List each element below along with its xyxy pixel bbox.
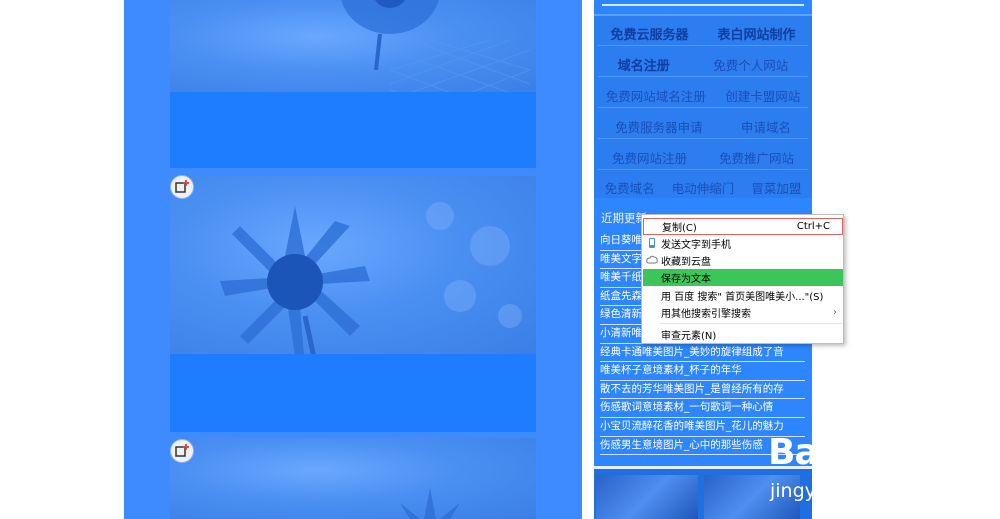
tag-link[interactable]: 创建卡盟网站 xyxy=(719,82,806,109)
tag-link[interactable]: 免费云服务器 xyxy=(604,20,694,47)
chevron-right-icon: › xyxy=(833,307,837,318)
watermark-brand-tail: du xyxy=(836,432,886,473)
menu-item-save-to-cloud[interactable]: 收藏到云盘 xyxy=(643,252,843,269)
add-to-collection-icon[interactable] xyxy=(170,439,194,463)
tag-divider xyxy=(598,169,808,170)
tag-link[interactable]: 电动伸缩门 xyxy=(666,174,741,201)
menu-item-label: 用其他搜索引擎搜索 xyxy=(661,309,751,320)
tag-link[interactable]: 免费域名 xyxy=(599,174,661,201)
tag-divider xyxy=(598,138,808,139)
add-to-collection-icon[interactable] xyxy=(170,175,194,199)
menu-item-copy[interactable]: 复制(C) Ctrl+C xyxy=(643,218,843,235)
list-item[interactable]: 经典卡通唯美图片_美妙的旋律组成了音 xyxy=(600,344,805,363)
menu-item-baidu-search[interactable]: 用 百度 搜索" 首页美图唯美小..."(S) xyxy=(643,287,843,304)
menu-item-label: 审查元素(N) xyxy=(661,331,717,342)
menu-item-send-to-phone[interactable]: 发送文字到手机 xyxy=(643,235,843,252)
watermark-brand: Bai xyxy=(768,432,830,473)
watermark-domain: jingyan.baidu.com xyxy=(770,480,946,502)
menu-item-inspect-element[interactable]: 审查元素(N) xyxy=(643,326,843,343)
tag-link[interactable]: 冒菜加盟 xyxy=(745,174,807,201)
tag-row: 免费网站注册 免费推广网站 xyxy=(596,144,810,171)
menu-separator xyxy=(660,323,842,324)
tag-row: 免费服务器申请 申请域名 xyxy=(596,113,810,140)
tag-row: 免费云服务器 表白网站制作 xyxy=(596,20,810,47)
thumbnail-image[interactable] xyxy=(596,475,698,519)
tag-link[interactable]: 免费推广网站 xyxy=(713,144,800,171)
tag-divider xyxy=(598,45,808,46)
phone-icon xyxy=(649,238,655,248)
menu-item-label: 复制(C) xyxy=(662,223,697,234)
tag-link[interactable]: 免费网站注册 xyxy=(606,144,693,171)
sunflower-photo-3[interactable] xyxy=(170,438,536,519)
sunflower-graphic xyxy=(400,488,460,519)
list-item[interactable]: 唯美杯子意境素材_杯子的年华 xyxy=(600,362,805,381)
sunflower-photo-2[interactable] xyxy=(170,176,536,354)
menu-item-label: 保存为文本 xyxy=(661,274,711,285)
list-item[interactable]: 散不去的芳华唯美图片_是曾经所有的存 xyxy=(600,381,805,400)
menu-item-label: 收藏到云盘 xyxy=(661,257,711,268)
page-gutter-right xyxy=(582,0,594,519)
photo-2-caption-band xyxy=(170,354,536,432)
tag-divider xyxy=(598,107,808,108)
tag-link[interactable]: 申请域名 xyxy=(735,113,797,140)
menu-item-shortcut: Ctrl+C xyxy=(796,221,830,232)
baidu-jingyan-watermark: Bai du 经验 jingyan.baidu.com xyxy=(762,408,998,513)
tag-link[interactable]: 免费服务器申请 xyxy=(609,113,709,140)
tag-row: 免费网站域名注册 创建卡盟网站 xyxy=(596,82,810,109)
menu-item-save-as-text[interactable]: 保存为文本 xyxy=(643,269,843,286)
sidebar-divider xyxy=(602,4,804,6)
tag-link[interactable]: 域名注册 xyxy=(612,51,676,78)
cloud-icon xyxy=(646,255,658,264)
tag-link[interactable]: 免费网站域名注册 xyxy=(600,82,712,109)
menu-item-other-search[interactable]: 用其他搜索引擎搜索 › xyxy=(643,304,843,321)
fence-graphic xyxy=(390,40,530,92)
sunflower-photo-1[interactable] xyxy=(170,0,536,92)
tag-link[interactable]: 表白网站制作 xyxy=(711,20,801,47)
tag-link[interactable]: 免费个人网站 xyxy=(707,51,794,78)
menu-item-label: 用 百度 搜索" 首页美图唯美小..."(S) xyxy=(661,292,824,303)
tag-row: 免费域名 电动伸缩门 冒菜加盟 xyxy=(596,174,810,201)
context-menu: 复制(C) Ctrl+C 发送文字到手机 收藏到云盘 保存为文本 用 百度 搜索… xyxy=(641,214,844,344)
sunflower-graphic xyxy=(220,206,370,354)
photo-1-caption-band xyxy=(170,92,536,168)
tag-row: 域名注册 免费个人网站 xyxy=(596,51,810,78)
menu-item-label: 发送文字到手机 xyxy=(661,240,731,251)
bokeh-graphic xyxy=(426,202,522,328)
page: 免费云服务器 表白网站制作 域名注册 免费个人网站 免费网站域名注册 创建卡盟网… xyxy=(0,0,1000,519)
watermark-brand-cn: 经验 xyxy=(884,444,944,479)
tag-divider xyxy=(598,76,808,77)
